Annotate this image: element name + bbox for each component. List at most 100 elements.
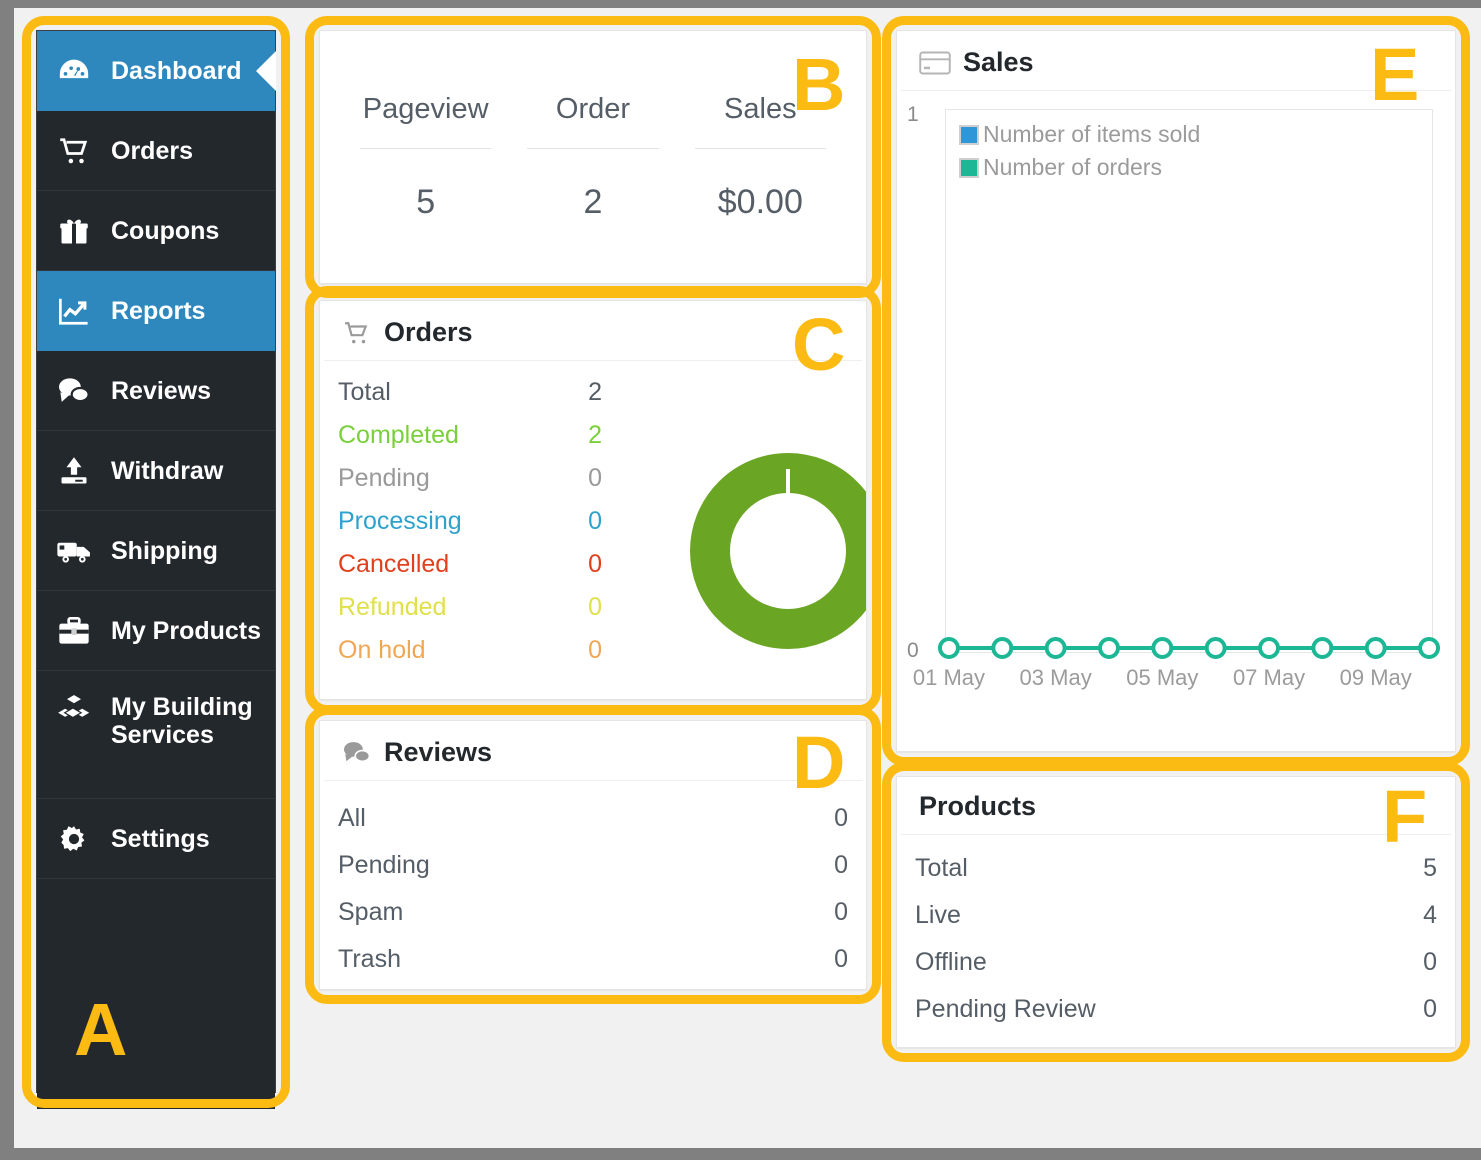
order-status-row[interactable]: Cancelled 0 (338, 543, 602, 586)
sidebar-item-label: Coupons (111, 216, 220, 245)
y-axis-tick-top: 1 (907, 103, 919, 126)
orders-card-body: Total 2 Completed 2 Pending 0 Processing 0 Cance… (320, 361, 866, 691)
annotation-letter-c: C (792, 303, 846, 386)
orders-status-list: Total 2 Completed 2 Pending 0 Processing 0 Cance… (320, 361, 620, 691)
product-status-label: Pending Review (915, 995, 1096, 1023)
review-status-row[interactable]: Trash 0 (338, 936, 848, 983)
sidebar-item-label: Settings (111, 824, 210, 853)
review-status-row[interactable]: Pending 0 (338, 842, 848, 889)
stat-value-sales: $0.00 (717, 182, 803, 221)
donut-svg (690, 453, 866, 649)
chart-plot-area (945, 109, 1433, 653)
gear-icon (37, 824, 111, 854)
legend-label: Number of items sold (983, 121, 1201, 147)
cubes-icon (37, 693, 111, 723)
sidebar-item-coupons[interactable]: Coupons (37, 191, 275, 271)
dashboard-page: Dashboard Orders Coupons Reports Reviews With… (14, 8, 1481, 1148)
chart-series-layer (935, 635, 1443, 661)
orders-card-title: Orders (384, 317, 473, 347)
truck-icon (37, 536, 111, 566)
order-status-row[interactable]: Total 2 (338, 371, 602, 414)
review-status-label: Pending (338, 851, 430, 879)
product-status-row[interactable]: Total 5 (915, 845, 1437, 892)
sales-card: Sales 1 0 Number of items sold Number of … (896, 30, 1456, 752)
stats-summary-card: Pageview 5 Order 2 Sales $0.00 (319, 30, 867, 284)
product-status-value: 4 (1423, 901, 1437, 929)
order-status-row[interactable]: Refunded 0 (338, 586, 602, 629)
product-status-value: 0 (1423, 948, 1437, 976)
legend-swatch-icon (959, 124, 979, 145)
gift-icon (37, 216, 111, 246)
product-status-label: Offline (915, 948, 987, 976)
series-line-svg (937, 637, 1441, 659)
reviews-card: Reviews All 0 Pending 0 Spam 0 Trash 0 (319, 720, 867, 990)
stat-label-order: Order (555, 92, 631, 125)
order-status-value: 0 (588, 464, 602, 492)
review-status-label: Spam (338, 898, 404, 926)
order-status-value: 0 (588, 593, 602, 621)
sidebar-item-label: Reviews (111, 376, 212, 405)
legend-label: Number of orders (983, 154, 1162, 180)
product-status-value: 5 (1423, 854, 1437, 882)
products-card-header: Products (901, 777, 1451, 835)
order-status-row[interactable]: Completed 2 (338, 414, 602, 457)
order-status-label: Processing (338, 507, 462, 535)
order-status-value: 2 (588, 378, 602, 406)
x-axis-tick-label: 05 May (1126, 665, 1199, 690)
stats-row: Pageview 5 Order 2 Sales $0.00 (320, 31, 866, 283)
sidebar-item-my-building-services[interactable]: My Building Services (37, 671, 275, 799)
upload-icon (37, 456, 111, 486)
orders-donut-chart (690, 453, 866, 649)
cart-icon (37, 136, 111, 166)
sidebar-item-withdraw[interactable]: Withdraw (37, 431, 275, 511)
sidebar-item-reports[interactable]: Reports (37, 271, 275, 351)
order-status-label: Completed (338, 421, 459, 449)
review-status-value: 0 (834, 804, 848, 832)
comments-icon (342, 740, 372, 766)
order-status-label: Refunded (338, 593, 447, 621)
annotation-letter-a: A (74, 988, 128, 1071)
order-status-label: Pending (338, 464, 430, 492)
sidebar-item-label: Shipping (111, 536, 218, 565)
product-status-row[interactable]: Offline 0 (915, 939, 1437, 986)
order-status-row[interactable]: Processing 0 (338, 500, 602, 543)
review-status-value: 0 (834, 898, 848, 926)
product-status-row[interactable]: Pending Review 0 (915, 986, 1437, 1033)
sidebar-empty-area (37, 879, 275, 1109)
sales-card-header: Sales (901, 31, 1451, 91)
sales-card-title: Sales (963, 47, 1034, 77)
sidebar-item-settings[interactable]: Settings (37, 799, 275, 879)
review-status-label: All (338, 804, 366, 832)
review-status-row[interactable]: Spam 0 (338, 889, 848, 936)
sidebar-item-orders[interactable]: Orders (37, 111, 275, 191)
order-status-row[interactable]: Pending 0 (338, 457, 602, 500)
chart-icon (37, 296, 111, 326)
sidebar-item-label: Withdraw (111, 456, 224, 485)
sidebar-item-label: My Building Services (111, 693, 253, 749)
sidebar-item-dashboard[interactable]: Dashboard (37, 31, 276, 111)
order-status-row[interactable]: On hold 0 (338, 629, 602, 672)
stat-label-pageview: Pageview (362, 92, 489, 125)
review-status-row[interactable]: All 0 (338, 795, 848, 842)
chart-legend: Number of items sold Number of orders (959, 121, 1200, 187)
order-status-label: Cancelled (338, 550, 450, 578)
legend-swatch-icon (959, 157, 979, 178)
product-status-row[interactable]: Live 4 (915, 892, 1437, 939)
sidebar-item-reviews[interactable]: Reviews (37, 351, 275, 431)
reviews-card-title: Reviews (384, 737, 493, 767)
products-card-title: Products (919, 791, 1037, 821)
product-status-label: Total (915, 854, 968, 882)
comments-icon (37, 376, 111, 406)
orders-card: Orders Total 2 Completed 2 Pending 0 Processin… (319, 300, 867, 700)
order-status-value: 0 (588, 507, 602, 535)
legend-item[interactable]: Number of orders (959, 154, 1200, 181)
x-axis-labels: 01 May 03 May 05 May 07 May 09 May (913, 665, 1443, 695)
review-status-label: Trash (338, 945, 401, 973)
legend-item[interactable]: Number of items sold (959, 121, 1200, 148)
active-item-caret-icon (256, 50, 276, 91)
sidebar-item-shipping[interactable]: Shipping (37, 511, 275, 591)
order-status-label: On hold (338, 636, 426, 664)
sidebar-item-my-products[interactable]: My Products (37, 591, 275, 671)
reviews-status-list: All 0 Pending 0 Spam 0 Trash 0 (320, 781, 866, 983)
x-axis-tick-label: 03 May (1019, 665, 1092, 690)
